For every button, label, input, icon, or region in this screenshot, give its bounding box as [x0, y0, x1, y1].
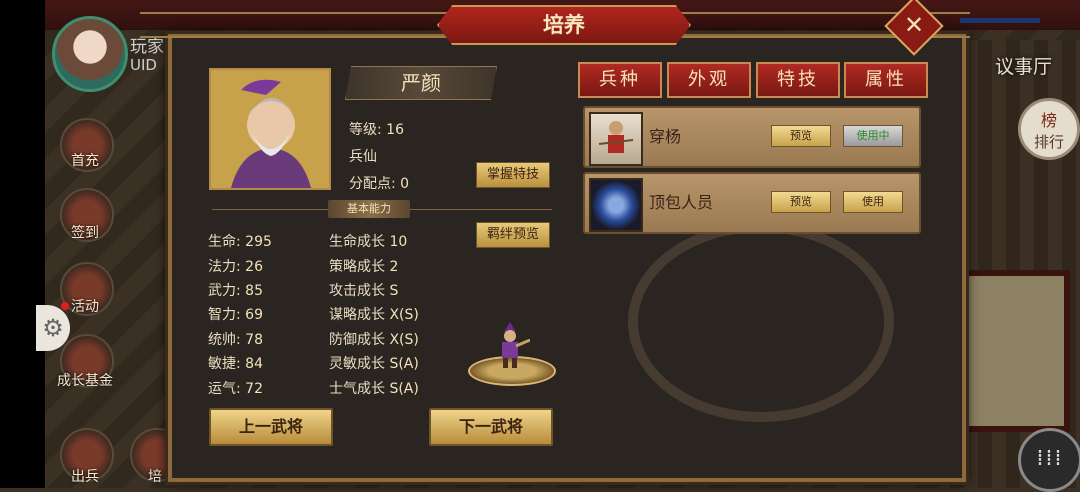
- growth-value: X(S): [389, 307, 419, 323]
- unit-in-use-badge: 使用中: [843, 125, 903, 147]
- stat-value: 84: [245, 356, 263, 372]
- points-line: 分配点: 0: [349, 173, 409, 193]
- stat-row: 统帅: 78: [208, 329, 263, 349]
- ranking-button[interactable]: 榜 排行: [1018, 98, 1080, 160]
- stat-value: 85: [245, 283, 263, 299]
- menu-icon[interactable]: ⁞⁞⁞: [1018, 428, 1080, 492]
- growth-label: 谋略成长: [329, 307, 385, 323]
- stat-row: 智力: 69: [208, 304, 263, 324]
- points-label: 分配点:: [349, 176, 396, 192]
- growth-label: 策略成长: [329, 259, 385, 275]
- tab-skills[interactable]: 特技: [756, 62, 840, 98]
- stat-label: 智力:: [208, 307, 241, 323]
- prev-general-button[interactable]: 上一武将: [209, 408, 333, 446]
- growth-value: 2: [389, 259, 399, 275]
- stat-label: 法力:: [208, 259, 241, 275]
- growth-value: S(A): [389, 356, 419, 372]
- stat-label: 运气:: [208, 381, 241, 397]
- stat-label: 武力:: [208, 283, 241, 299]
- stat-row: 生命: 295: [208, 231, 272, 251]
- next-general-button[interactable]: 下一武将: [429, 408, 553, 446]
- player-avatar[interactable]: [52, 16, 128, 92]
- tab-troop-type[interactable]: 兵种: [578, 62, 662, 98]
- unit-preview-button[interactable]: 预览: [771, 191, 831, 213]
- ranking-icon: 榜: [1040, 111, 1057, 130]
- dragon-watermark: [628, 222, 894, 422]
- stat-value: 26: [245, 259, 263, 275]
- dialog-title: 培养: [437, 5, 691, 45]
- stat-row: 运气: 72: [208, 378, 263, 398]
- growth-label: 防御成长: [329, 332, 385, 348]
- stat-value: 69: [245, 307, 263, 323]
- stat-label: 敏捷:: [208, 356, 241, 372]
- stat-row: 法力: 26: [208, 256, 263, 276]
- unit-name: 穿杨: [649, 127, 682, 146]
- growth-row: 灵敏成长 S(A): [329, 353, 419, 373]
- section-title: 基本能力: [328, 200, 410, 218]
- council-hall-label[interactable]: 议事厅: [995, 52, 1052, 79]
- master-skill-button[interactable]: 掌握特技: [476, 162, 550, 188]
- archer-unit-icon: [589, 112, 643, 166]
- growth-value: X(S): [389, 332, 419, 348]
- growth-row: 防御成长 X(S): [329, 329, 419, 349]
- level-value: 16: [386, 122, 404, 138]
- growth-row: 生命成长 10: [329, 231, 407, 251]
- dispatch-label: 出兵: [71, 469, 99, 485]
- stat-label: 统帅:: [208, 332, 241, 348]
- general-portrait: [209, 68, 331, 190]
- points-value: 0: [400, 176, 410, 192]
- growth-label: 生命成长: [329, 234, 385, 250]
- level-line: 等级: 16: [349, 119, 404, 139]
- unit-sprite: [490, 322, 531, 368]
- level-label: 等级:: [349, 122, 382, 138]
- growth-value: S: [389, 283, 399, 299]
- sign-in-label: 签到: [71, 225, 99, 241]
- stat-label: 生命:: [208, 234, 241, 250]
- unit-row-dingbao[interactable]: 顶包人员 预览 使用: [583, 172, 921, 234]
- growth-label: 士气成长: [329, 381, 385, 397]
- general-class: 兵仙: [349, 149, 377, 165]
- stat-row: 武力: 85: [208, 280, 263, 300]
- unit-preview-button[interactable]: 预览: [771, 125, 831, 147]
- stat-value: 72: [245, 381, 263, 397]
- general-name: 严颜: [345, 66, 497, 100]
- stat-value: 78: [245, 332, 263, 348]
- ranking-label: 排行: [1033, 133, 1064, 151]
- unit-row-chuanyang[interactable]: 穿杨 预览 使用中: [583, 106, 921, 168]
- growth-fund-label: 成长基金: [57, 373, 113, 389]
- unit-name: 顶包人员: [649, 193, 714, 212]
- tab-attributes[interactable]: 属性: [844, 62, 928, 98]
- stat-value: 295: [245, 234, 272, 250]
- stat-row: 敏捷: 84: [208, 353, 263, 373]
- player-uid: UID: [130, 56, 157, 74]
- growth-label: 灵敏成长: [329, 356, 385, 372]
- growth-row: 谋略成长 X(S): [329, 304, 419, 324]
- growth-row: 策略成长 2: [329, 256, 398, 276]
- bond-preview-button[interactable]: 羁绊预览: [476, 222, 550, 248]
- growth-row: 士气成长 S(A): [329, 378, 419, 398]
- unit-use-button[interactable]: 使用: [843, 191, 903, 213]
- growth-value: S(A): [389, 381, 419, 397]
- close-icon[interactable]: ✕: [893, 5, 935, 47]
- swirl-unit-icon: [589, 178, 643, 232]
- growth-row: 攻击成长 S: [329, 280, 398, 300]
- growth-value: 10: [389, 234, 408, 250]
- notification-dot: [61, 302, 69, 310]
- tab-appearance[interactable]: 外观: [667, 62, 751, 98]
- growth-label: 攻击成长: [329, 283, 385, 299]
- first-recharge-label: 首充: [71, 153, 99, 169]
